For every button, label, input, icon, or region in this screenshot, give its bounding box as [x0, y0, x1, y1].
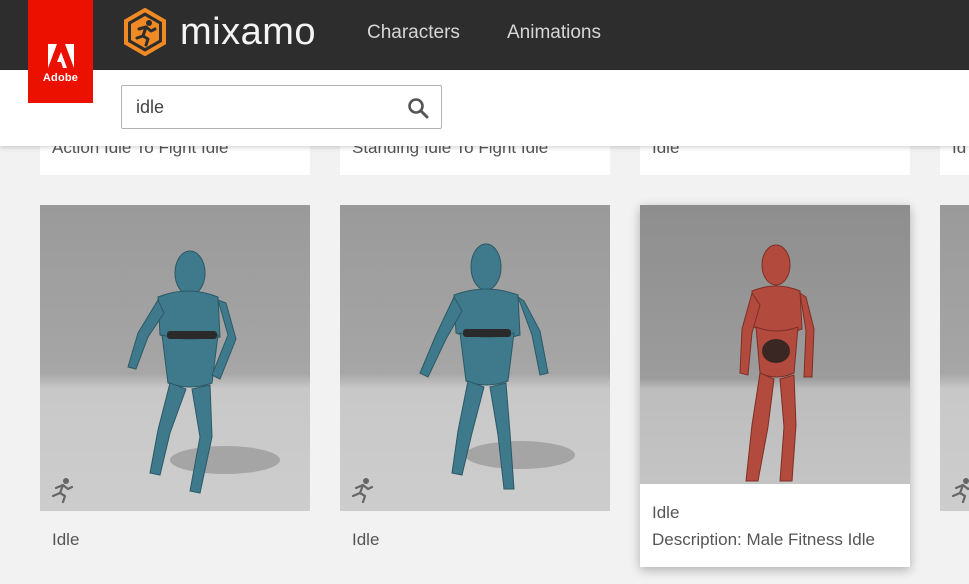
- character-preview: [340, 205, 610, 511]
- search-bar: [0, 70, 969, 146]
- nav-characters[interactable]: Characters: [367, 22, 460, 44]
- adobe-icon: [47, 44, 74, 68]
- result-card[interactable]: Idle: [340, 205, 610, 549]
- animation-thumbnail[interactable]: [940, 205, 969, 511]
- animation-type-icon: [351, 478, 374, 503]
- character-preview: [940, 205, 969, 511]
- adobe-label: Adobe: [42, 72, 79, 84]
- animation-thumbnail[interactable]: [40, 205, 310, 511]
- result-card[interactable]: Id: [940, 205, 969, 511]
- mixamo-logo-icon: [124, 8, 166, 56]
- card-title: Idle: [652, 503, 680, 522]
- card-title: Idle: [352, 530, 380, 549]
- animation-thumbnail[interactable]: [340, 205, 610, 511]
- search-icon[interactable]: [407, 97, 429, 119]
- search-input[interactable]: [136, 95, 396, 119]
- card-description: Description: Male Fitness Idle: [652, 530, 875, 549]
- animation-type-icon: [951, 478, 969, 503]
- animation-thumbnail[interactable]: [640, 205, 910, 484]
- character-preview: [40, 205, 310, 511]
- brand-name: mixamo: [180, 11, 317, 53]
- character-preview: [640, 205, 910, 484]
- adobe-logo[interactable]: Adobe: [28, 0, 93, 103]
- mixamo-brand[interactable]: mixamo: [122, 8, 316, 56]
- search-box[interactable]: [121, 85, 442, 129]
- result-card-hovered[interactable]: Idle Description: Male Fitness Idle: [640, 205, 910, 567]
- nav-animations[interactable]: Animations: [507, 22, 601, 44]
- card-title: Idle: [52, 530, 80, 549]
- animation-type-icon: [51, 478, 74, 503]
- result-card[interactable]: Idle: [40, 205, 310, 549]
